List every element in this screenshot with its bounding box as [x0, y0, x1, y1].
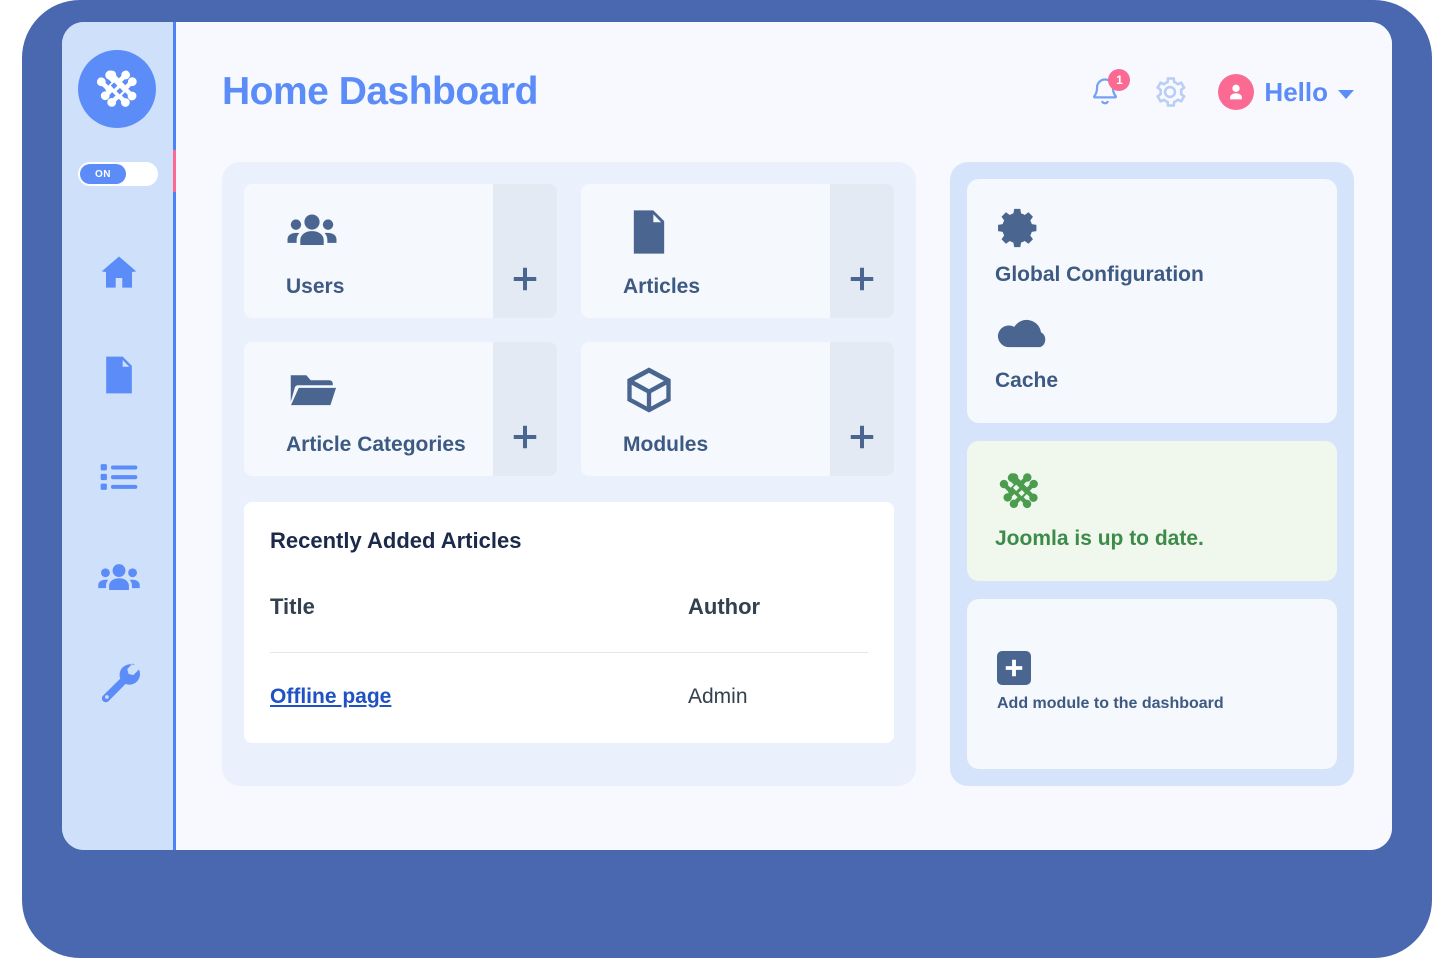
quick-tile-add-button[interactable]	[493, 342, 557, 476]
plus-icon	[850, 267, 874, 291]
quick-tile-label: Users	[286, 275, 345, 298]
joomla-logo-icon	[995, 467, 1309, 515]
quick-tile-label: Article Categories	[286, 433, 466, 456]
user-menu-label: Hello	[1264, 76, 1328, 107]
plus-icon	[513, 267, 537, 291]
shortcut-label: Cache	[995, 369, 1059, 392]
plus-icon	[850, 425, 874, 449]
quick-tile-modules[interactable]: Modules	[581, 342, 894, 476]
quick-tile-add-button[interactable]	[830, 342, 894, 476]
document-icon	[106, 356, 132, 394]
home-icon	[101, 256, 137, 288]
add-module-entry[interactable]: Add module to the dashboard	[997, 651, 1309, 713]
quick-tile-add-button[interactable]	[493, 184, 557, 318]
recent-articles-table: Title Author Offline page Admin	[270, 554, 868, 743]
table-header-row: Title Author	[270, 554, 868, 653]
quick-tile-body: Articles	[581, 184, 830, 318]
quick-tile-users[interactable]: Users	[244, 184, 557, 318]
add-module-label: Add module to the dashboard	[997, 695, 1224, 712]
avatar	[1218, 74, 1255, 110]
user-avatar-icon	[1230, 84, 1243, 100]
header-actions: 1 Hello	[1088, 69, 1354, 110]
sidebar-toggle[interactable]: ON	[78, 162, 158, 186]
shortcut-label: Global Configuration	[995, 263, 1204, 286]
sidebar-item-home[interactable]	[62, 222, 176, 324]
update-status-message: Joomla is up to date.	[995, 527, 1204, 550]
quick-tile-body: Article Categories	[244, 342, 493, 476]
quick-tile-article-categories[interactable]: Article Categories	[244, 342, 557, 476]
shortcut-global-configuration[interactable]: Global Configuration	[995, 205, 1309, 287]
right-panel: Global Configuration Cache Joomla is up …	[950, 162, 1354, 786]
sidebar: ON	[62, 22, 176, 850]
quick-tile-body: Users	[244, 184, 493, 318]
sidebar-accent-marker	[173, 150, 176, 192]
shortcut-cache[interactable]: Cache	[995, 315, 1309, 393]
article-link[interactable]: Offline page	[270, 685, 391, 708]
sidebar-toggle-knob: ON	[80, 164, 126, 184]
quick-tile-label: Articles	[623, 275, 701, 298]
page-header: Home Dashboard 1 Hello	[176, 22, 1392, 162]
shortcuts-card: Global Configuration Cache	[967, 179, 1337, 423]
notifications-button[interactable]: 1	[1088, 69, 1131, 109]
sidebar-item-users[interactable]	[62, 528, 176, 630]
sidebar-item-menus[interactable]	[62, 426, 176, 528]
cell-author: Admin	[688, 685, 748, 708]
recent-articles-card: Recently Added Articles Title Author Off…	[244, 502, 894, 743]
content-area: Home Dashboard 1 Hello Users Articles Ar…	[176, 22, 1392, 850]
gear-icon	[1156, 77, 1187, 107]
page-title: Home Dashboard	[222, 70, 538, 113]
list-icon	[100, 464, 138, 490]
article-icon	[623, 206, 830, 263]
settings-button[interactable]	[1152, 74, 1188, 110]
dashboard-body: Users Articles Article Categories Module…	[176, 162, 1392, 786]
plus-square-icon	[997, 651, 1031, 685]
app-window: ON Home Dashboard 1 Hello Users Articles…	[62, 22, 1392, 850]
left-panel: Users Articles Article Categories Module…	[222, 162, 916, 786]
notification-count-badge: 1	[1108, 69, 1131, 91]
quick-tiles: Users Articles Article Categories Module…	[244, 184, 894, 476]
cube-icon	[623, 364, 830, 421]
quick-tile-articles[interactable]: Articles	[581, 184, 894, 318]
sidebar-nav	[62, 222, 176, 732]
quick-tile-body: Modules	[581, 342, 830, 476]
table-row: Offline page Admin	[270, 653, 868, 744]
users-icon	[286, 206, 493, 263]
quick-tile-add-button[interactable]	[830, 184, 894, 318]
joomla-logo-icon[interactable]	[78, 50, 156, 128]
column-header-title: Title	[270, 554, 688, 653]
users-icon	[98, 564, 140, 590]
sidebar-item-system[interactable]	[62, 630, 176, 732]
chevron-down-icon	[1338, 90, 1354, 99]
cell-title: Offline page	[270, 653, 688, 744]
user-menu[interactable]: Hello	[1218, 74, 1354, 110]
sidebar-item-content[interactable]	[62, 324, 176, 426]
add-module-card[interactable]: Add module to the dashboard	[967, 599, 1337, 769]
column-header-author: Author	[688, 554, 868, 653]
update-status-card: Joomla is up to date.	[967, 441, 1337, 581]
plus-icon	[513, 425, 537, 449]
wrench-icon	[101, 663, 141, 703]
joomla-logo-glyph	[96, 70, 137, 107]
cloud-icon	[995, 315, 1309, 357]
quick-tile-label: Modules	[623, 433, 709, 456]
folder-icon	[286, 364, 493, 421]
recent-articles-title: Recently Added Articles	[270, 528, 522, 553]
gear-icon	[995, 205, 1309, 251]
update-status-entry: Joomla is up to date.	[995, 467, 1309, 551]
